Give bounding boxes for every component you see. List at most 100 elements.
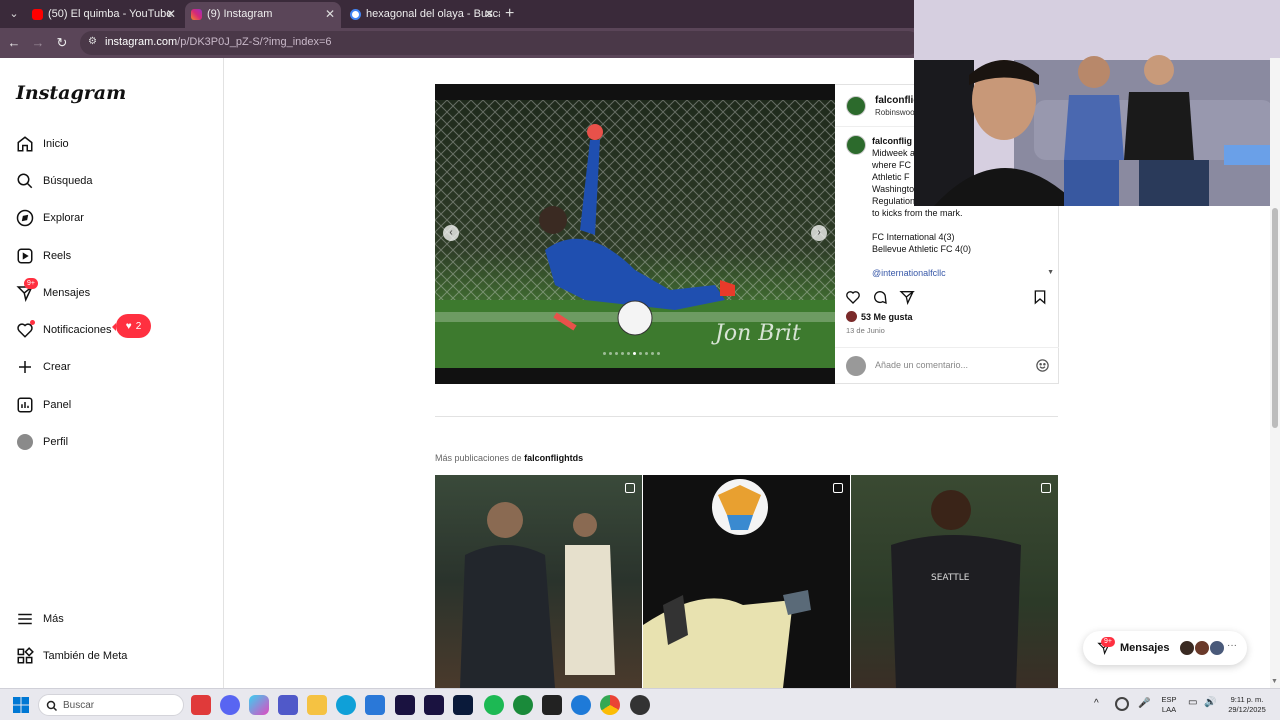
likes-count[interactable]: 53 Me gusta bbox=[846, 311, 913, 322]
capcut-icon[interactable] bbox=[542, 695, 562, 715]
tab-google[interactable]: hexagonal del olaya - Buscar co ✕ bbox=[344, 2, 500, 28]
caption-line: to kicks from the mark. bbox=[872, 208, 963, 218]
windows-start-icon[interactable] bbox=[13, 697, 29, 718]
carousel-prev-button[interactable]: ‹ bbox=[443, 225, 459, 241]
page-scrollbar[interactable]: ▼ bbox=[1270, 58, 1280, 688]
carousel-dot bbox=[609, 352, 612, 355]
tab-youtube[interactable]: (50) El quimba - YouTube ✕ bbox=[26, 2, 182, 28]
language-indicator[interactable]: ESP LAA bbox=[1160, 695, 1178, 715]
sidebar-item-meta[interactable]: También de Meta bbox=[16, 644, 216, 668]
celebration-photo: SEATTLE bbox=[891, 490, 1021, 688]
network-icon[interactable]: ▭ bbox=[1188, 698, 1197, 708]
chrome-icon[interactable] bbox=[600, 695, 620, 715]
close-icon[interactable]: ✕ bbox=[166, 2, 176, 26]
bookmark-icon[interactable] bbox=[1032, 289, 1048, 305]
forward-arrow-icon[interactable]: → bbox=[29, 34, 47, 52]
premiere-icon[interactable] bbox=[424, 695, 444, 715]
sidebar-item-mas[interactable]: Más bbox=[16, 607, 216, 631]
tray-app-icon[interactable] bbox=[1115, 697, 1129, 711]
photoshop-icon[interactable] bbox=[453, 695, 473, 715]
grid-post-1[interactable] bbox=[435, 475, 642, 688]
compass-icon bbox=[16, 209, 34, 227]
url-input[interactable]: ⚙ instagram.com/p/DK3P0J_pZ-S/?img_index… bbox=[80, 31, 920, 55]
sidebar-item-explorar[interactable]: Explorar bbox=[16, 206, 216, 230]
emoji-icon[interactable] bbox=[1035, 358, 1050, 373]
discord-icon[interactable] bbox=[220, 695, 240, 715]
post-media[interactable]: Jon Brit ‹ › bbox=[435, 84, 835, 384]
more-posts-username[interactable]: falconflightds bbox=[524, 453, 583, 463]
xbox-icon[interactable] bbox=[513, 695, 533, 715]
caption-avatar[interactable] bbox=[846, 135, 866, 155]
copilot-icon[interactable] bbox=[249, 695, 269, 715]
scroll-down-icon[interactable]: ▼ bbox=[1271, 678, 1278, 685]
notifications-popup-badge[interactable]: ♥ 2 bbox=[112, 314, 151, 338]
messenger-icon: 9+ bbox=[16, 278, 38, 302]
carousel-dot bbox=[621, 352, 624, 355]
taskbar-search[interactable]: Buscar bbox=[38, 694, 184, 716]
notification-dot bbox=[30, 320, 35, 325]
scrollbar-thumb[interactable] bbox=[1272, 208, 1278, 428]
sidebar-item-inicio[interactable]: Inicio bbox=[16, 132, 216, 156]
tab-title: hexagonal del olaya - Buscar co bbox=[366, 8, 500, 20]
notification-count: 2 bbox=[135, 320, 142, 332]
file-explorer-icon[interactable] bbox=[307, 695, 327, 715]
sidebar-item-busqueda[interactable]: Búsqueda bbox=[16, 169, 216, 193]
multiple-images-icon bbox=[625, 483, 635, 493]
google-icon bbox=[350, 9, 361, 20]
share-icon[interactable] bbox=[899, 289, 915, 306]
author-username[interactable]: falconflig bbox=[875, 95, 919, 106]
tab-title: (9) Instagram bbox=[207, 8, 273, 20]
site-settings-icon[interactable]: ⚙ bbox=[88, 36, 97, 47]
back-arrow-icon[interactable]: ← bbox=[5, 34, 23, 52]
tab-instagram[interactable]: (9) Instagram ✕ bbox=[185, 2, 341, 28]
sidebar-item-label: Búsqueda bbox=[43, 175, 93, 187]
reload-icon[interactable]: ↻ bbox=[53, 34, 71, 52]
volume-icon[interactable]: 🔊 bbox=[1204, 698, 1216, 708]
obs-icon[interactable] bbox=[630, 695, 650, 715]
teams-icon[interactable] bbox=[278, 695, 298, 715]
post-location[interactable]: Robinswoo bbox=[875, 108, 915, 117]
app-icon-blue[interactable] bbox=[571, 695, 591, 715]
messages-floating-button[interactable]: 9+ Mensajes ··· bbox=[1083, 631, 1247, 665]
instagram-logo[interactable]: Instagram bbox=[16, 82, 126, 104]
sidebar-item-label: Notificaciones bbox=[43, 324, 112, 336]
grid-post-2[interactable] bbox=[643, 475, 850, 688]
windows-taskbar: Buscar ^ 🎤 ESP LAA ▭ 🔊 9:11 p. m. 29/12/20… bbox=[0, 688, 1280, 720]
carousel-dot bbox=[627, 352, 630, 355]
caption-mention[interactable]: @internationalfcllc bbox=[872, 267, 1052, 279]
clock[interactable]: 9:11 p. m. 29/12/2025 bbox=[1222, 695, 1272, 715]
more-posts-heading: Más publicaciones de falconflightds bbox=[435, 453, 584, 463]
grid-post-3[interactable]: SEATTLE bbox=[851, 475, 1058, 688]
new-tab-button[interactable]: + bbox=[505, 4, 514, 24]
carousel-dot bbox=[645, 352, 648, 355]
sidebar-item-reels[interactable]: Reels bbox=[16, 244, 216, 268]
messages-badge: 9+ bbox=[1101, 637, 1115, 647]
recent-chat-avatars bbox=[1179, 640, 1225, 656]
app-icon-red[interactable] bbox=[191, 695, 211, 715]
sidebar-item-panel[interactable]: Panel bbox=[16, 393, 216, 417]
like-heart-icon[interactable] bbox=[845, 289, 861, 305]
edge-icon[interactable] bbox=[336, 695, 356, 715]
spotify-icon[interactable] bbox=[484, 695, 504, 715]
sidebar-item-label: Inicio bbox=[43, 138, 69, 150]
carousel-dot bbox=[651, 352, 654, 355]
store-icon[interactable] bbox=[365, 695, 385, 715]
comment-input[interactable]: Añade un comentario... bbox=[875, 360, 968, 370]
close-icon[interactable]: ✕ bbox=[484, 2, 494, 26]
close-icon[interactable]: ✕ bbox=[325, 2, 335, 26]
webcam-scene bbox=[914, 0, 1280, 206]
comment-icon[interactable] bbox=[872, 289, 888, 305]
carousel-next-button[interactable]: › bbox=[811, 225, 827, 241]
sidebar-item-mensajes[interactable]: 9+ Mensajes bbox=[16, 278, 216, 305]
sidebar-item-perfil[interactable]: Perfil bbox=[16, 430, 216, 454]
menu-icon bbox=[16, 610, 34, 628]
sidebar-item-crear[interactable]: Crear bbox=[16, 355, 216, 379]
carousel-dot bbox=[603, 352, 606, 355]
microphone-icon[interactable]: 🎤 bbox=[1138, 699, 1150, 709]
tray-overflow-icon[interactable]: ^ bbox=[1094, 699, 1099, 709]
author-avatar[interactable] bbox=[846, 96, 866, 116]
after-effects-icon[interactable] bbox=[395, 695, 415, 715]
tab-search-button[interactable]: ⌄ bbox=[4, 4, 24, 24]
youtube-icon bbox=[32, 9, 43, 20]
caption-scroll-down-icon[interactable]: ▼ bbox=[1047, 269, 1054, 276]
